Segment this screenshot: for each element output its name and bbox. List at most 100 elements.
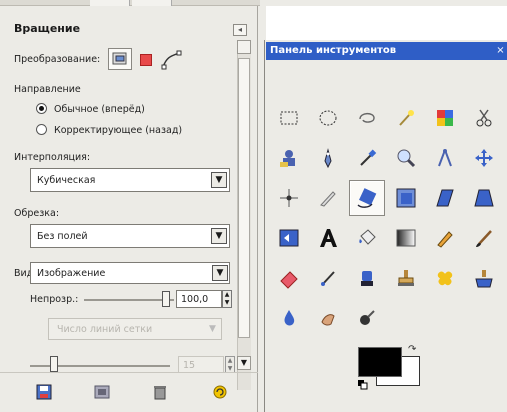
shear-icon [436, 189, 454, 207]
default-colors-button[interactable] [358, 380, 368, 390]
perspective-clone-tool[interactable] [469, 263, 499, 293]
radio-corrective[interactable] [36, 124, 47, 135]
layer-icon [112, 52, 127, 65]
paintbrush-tool[interactable] [469, 223, 499, 253]
grid-mode-select[interactable]: Число линий сетки ▼ [48, 318, 222, 340]
opacity-spin-buttons[interactable]: ▲ ▼ [222, 290, 232, 308]
ellipse-select-tool[interactable] [313, 103, 343, 133]
toolbox-title-bar[interactable]: Панель инструментов [266, 42, 507, 60]
foreground-select-icon [280, 150, 295, 167]
foreground-select-tool[interactable] [274, 143, 304, 173]
radio-corrective-label: Корректирующее (назад) [54, 125, 183, 136]
select-by-color-tool[interactable] [430, 103, 460, 133]
scale-icon [396, 188, 416, 208]
shear-tool[interactable] [430, 183, 460, 213]
airbrush-tool[interactable] [313, 263, 343, 293]
flip-tool[interactable] [274, 223, 304, 253]
grid-lines-spin-input[interactable]: 15 [178, 356, 224, 373]
ink-tool[interactable] [352, 263, 382, 293]
move-arrows-icon [475, 149, 493, 167]
heal-tool[interactable] [430, 263, 460, 293]
dodge-burn-icon [360, 310, 375, 325]
text-tool[interactable] [313, 223, 343, 253]
grid-lines-spin-buttons[interactable]: ▲ ▼ [225, 356, 235, 373]
path-icon [161, 50, 182, 70]
flip-icon [279, 229, 299, 247]
paths-tool[interactable] [313, 143, 343, 173]
chevron-down-icon[interactable]: ▼ [211, 172, 227, 188]
transform-layer-button[interactable] [108, 48, 132, 70]
transform-selection-button[interactable] [140, 54, 152, 66]
restore-icon [94, 385, 110, 399]
eyedropper-icon [360, 149, 377, 166]
grid-lines-slider-handle[interactable] [50, 356, 58, 372]
opacity-value: 100,0 [181, 294, 209, 305]
opacity-slider-track[interactable] [84, 299, 174, 301]
chevron-down-icon[interactable]: ▼ [211, 228, 227, 244]
perspective-clone-icon [475, 270, 493, 288]
trash-icon [154, 386, 166, 400]
move-tool[interactable] [469, 143, 499, 173]
align-tool[interactable] [274, 183, 304, 213]
pencil-tool[interactable] [430, 223, 460, 253]
pencil-icon [437, 231, 453, 248]
transform-label: Преобразование: [14, 54, 101, 65]
lasso-icon [359, 112, 375, 123]
clone-tool[interactable] [391, 263, 421, 293]
scissors-icon [476, 109, 492, 127]
airbrush-icon [321, 271, 335, 286]
preview-select[interactable]: Изображение ▼ [30, 262, 230, 284]
perspective-tool[interactable] [469, 183, 499, 213]
radio-normal-label: Обычное (вперёд) [54, 104, 145, 115]
close-icon[interactable]: × [494, 44, 507, 57]
magnifier-icon [397, 149, 416, 168]
bandage-icon [437, 271, 453, 286]
opacity-spin-input[interactable]: 100,0 [176, 290, 222, 308]
smudge-tool[interactable] [313, 303, 343, 333]
rotate-tool[interactable] [349, 180, 385, 216]
scroll-thumb[interactable] [238, 58, 250, 338]
foreground-color-swatch[interactable] [358, 347, 402, 377]
radio-normal[interactable] [36, 103, 47, 114]
blur-tool[interactable] [274, 303, 304, 333]
eraser-tool[interactable] [274, 263, 304, 293]
canvas-area [266, 6, 507, 40]
dock-title: Вращение [14, 22, 81, 35]
chevron-down-icon[interactable]: ▼ [205, 321, 220, 337]
rect-select-icon [280, 111, 298, 125]
magic-wand-icon [399, 110, 414, 126]
clipping-label: Обрезка: [14, 208, 60, 219]
paintbrush-icon [476, 230, 492, 247]
scissors-select-tool[interactable] [469, 103, 499, 133]
clipping-select[interactable]: Без полей ▼ [30, 224, 230, 248]
rect-select-tool[interactable] [274, 103, 304, 133]
opacity-slider-handle[interactable] [162, 291, 170, 307]
color-picker-tool[interactable] [352, 143, 382, 173]
transform-path-button[interactable] [160, 50, 182, 70]
chevron-down-icon[interactable]: ▼ [212, 265, 228, 281]
dodge-burn-tool[interactable] [352, 303, 382, 333]
interpolation-select[interactable]: Кубическая ▼ [30, 168, 230, 192]
save-options-button[interactable] [36, 384, 52, 400]
bucket-fill-tool[interactable] [352, 223, 382, 253]
scroll-down-button[interactable]: ▼ [237, 356, 251, 370]
grid-lines-value: 15 [183, 360, 196, 371]
restore-options-button[interactable] [94, 384, 110, 400]
swap-colors-icon[interactable]: ↷ [408, 344, 420, 356]
bucket-icon [359, 229, 376, 245]
scroll-up-button[interactable] [237, 40, 251, 54]
direction-label: Направление [14, 84, 81, 95]
free-select-tool[interactable] [352, 103, 382, 133]
measure-tool[interactable] [430, 143, 460, 173]
delete-options-button[interactable] [152, 384, 168, 400]
rotate-icon [357, 188, 377, 208]
fuzzy-select-tool[interactable] [391, 103, 421, 133]
reset-options-button[interactable] [212, 384, 228, 400]
blend-tool[interactable] [391, 223, 421, 253]
clipping-value: Без полей [37, 231, 88, 242]
zoom-tool[interactable] [391, 143, 421, 173]
crop-tool[interactable] [313, 183, 343, 213]
dock-menu-button[interactable]: ◂ [233, 24, 247, 36]
perspective-icon [474, 189, 494, 207]
scale-tool[interactable] [391, 183, 421, 213]
